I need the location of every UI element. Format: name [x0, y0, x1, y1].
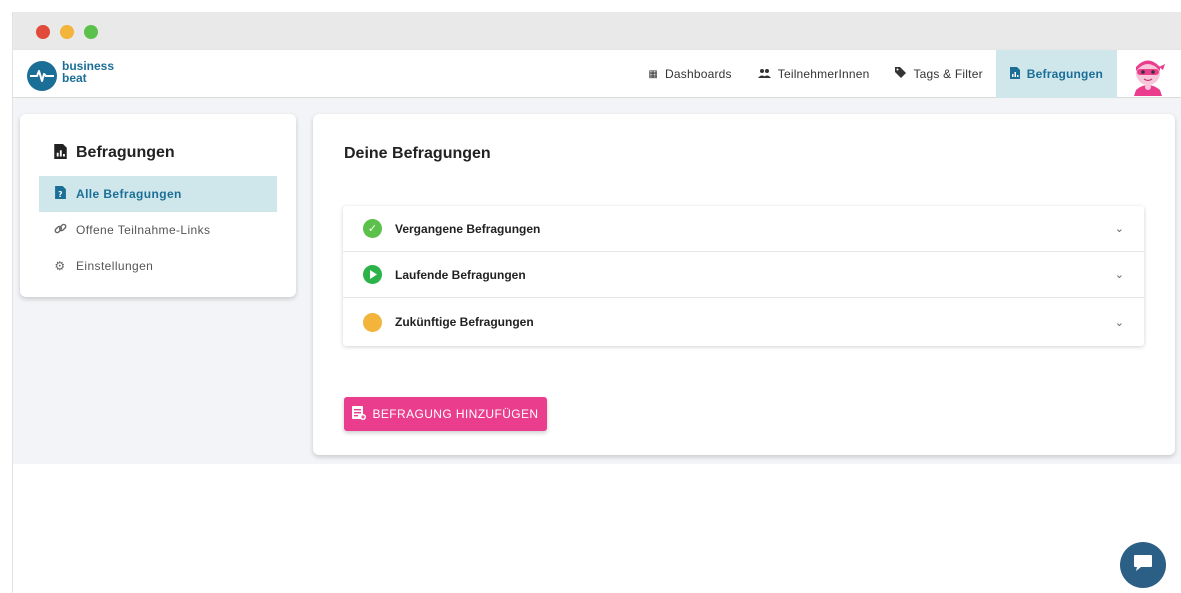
play-circle-icon [363, 265, 382, 284]
nav-item-dashboards[interactable]: ▦ Dashboards [635, 50, 744, 98]
accordion-label: Laufende Befragungen [395, 267, 526, 282]
logo-text: business beat [62, 59, 115, 85]
pending-circle-icon [363, 312, 382, 332]
window-maximize-button[interactable] [84, 25, 98, 39]
nav-item-label: Tags & Filter [913, 67, 983, 81]
add-survey-button[interactable]: BEFRAGUNG HINZUFÜGEN [344, 397, 547, 431]
tag-icon [895, 67, 907, 81]
sidebar-item-label: Offene Teilnahme-Links [76, 223, 211, 237]
svg-text:?: ? [58, 190, 63, 199]
sidebar-card: Befragungen ? Alle Befragungen Offene Te… [20, 114, 296, 297]
accordion-row-zukuenftige[interactable]: Zukünftige Befragungen ⌄ [343, 299, 1144, 345]
chat-icon [1133, 554, 1153, 577]
nav-item-teilnehmerinnen[interactable]: TeilnehmerInnen [745, 50, 883, 98]
accordion-label: Zukünftige Befragungen [395, 315, 534, 329]
nav-item-tags-filter[interactable]: Tags & Filter [882, 50, 995, 98]
accordion-row-vergangene[interactable]: ✓ Vergangene Befragungen ⌄ [343, 206, 1144, 252]
chevron-down-icon[interactable]: ⌄ [1115, 222, 1124, 235]
nav-item-label: TeilnehmerInnen [777, 67, 870, 81]
logo-heartbeat-icon [27, 61, 57, 91]
window-minimize-button[interactable] [60, 25, 74, 39]
check-circle-icon: ✓ [363, 219, 382, 238]
chevron-down-icon[interactable]: ⌄ [1115, 268, 1124, 281]
sidebar-item-offene-teilnahme-links[interactable]: Offene Teilnahme-Links [39, 212, 277, 248]
window-titlebar [13, 12, 1181, 50]
nav-item-befragungen[interactable]: Befragungen [995, 50, 1117, 98]
nav-item-label: Befragungen [1026, 67, 1103, 81]
link-icon [53, 222, 67, 238]
gear-icon: ⚙ [54, 259, 66, 273]
chat-widget-button[interactable] [1120, 542, 1166, 588]
sidebar-title-text: Befragungen [76, 144, 175, 161]
sidebar-item-alle-befragungen[interactable]: ? Alle Befragungen [39, 176, 277, 212]
sidebar-item-label: Einstellungen [76, 259, 154, 273]
survey-accordion: ✓ Vergangene Befragungen ⌄ Laufende Befr… [343, 206, 1144, 346]
survey-icon [54, 144, 67, 162]
nav-item-label: Dashboards [665, 67, 732, 81]
users-icon [757, 68, 771, 81]
window-close-button[interactable] [36, 25, 50, 39]
app-window: business beat ▦ Dashboards TeilnehmerInn… [12, 12, 1181, 593]
add-document-icon [352, 405, 367, 423]
survey-icon [1009, 66, 1020, 82]
page-title: Deine Befragungen [344, 145, 491, 162]
grid-icon: ▦ [648, 68, 659, 80]
accordion-label: Vergangene Befragungen [395, 221, 541, 236]
add-survey-button-label: BEFRAGUNG HINZUFÜGEN [372, 407, 539, 421]
main-nav: ▦ Dashboards TeilnehmerInnen Tags & Filt… [635, 50, 1117, 98]
main-card: Deine Befragungen ✓ Vergangene Befragung… [313, 114, 1175, 455]
sidebar-title: Befragungen [54, 144, 175, 162]
chevron-down-icon[interactable]: ⌄ [1115, 316, 1124, 329]
sidebar-item-label: Alle Befragungen [76, 187, 182, 201]
sidebar-item-einstellungen[interactable]: ⚙ Einstellungen [39, 248, 277, 284]
business-beat-logo[interactable]: business beat [27, 59, 147, 91]
survey-file-icon: ? [53, 186, 67, 202]
user-avatar[interactable] [1130, 56, 1166, 96]
top-navbar: business beat ▦ Dashboards TeilnehmerInn… [13, 50, 1181, 98]
accordion-row-laufende[interactable]: Laufende Befragungen ⌄ [343, 252, 1144, 298]
